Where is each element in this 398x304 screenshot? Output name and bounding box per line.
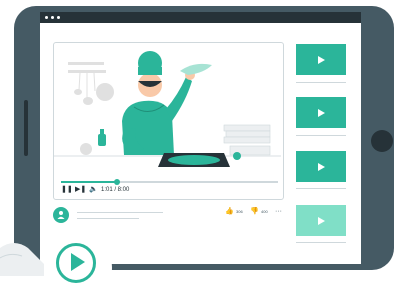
thumbs-down-icon[interactable]: 👎 [250,208,259,216]
playlist-thumbnail[interactable] [296,151,346,182]
play-icon [317,55,325,64]
skip-forward-icon[interactable]: ▶❚ [75,186,86,194]
playlist-title-placeholder [296,135,346,136]
play-icon [317,216,325,225]
playlist-title-placeholder [296,82,346,83]
window-titlebar [40,12,361,23]
playlist-thumbnail[interactable] [296,205,346,236]
window-dot [57,16,60,19]
window-dot [45,16,48,19]
channel-subtitle-placeholder [77,218,139,219]
chef-video-illustration [54,51,281,167]
playlist-thumbnail[interactable] [296,44,346,75]
dislike-count: 400 [261,209,268,214]
progress-fill [61,181,118,183]
thumbs-up-icon[interactable]: 👍 [225,208,234,216]
window-dot [51,16,54,19]
playlist-title-placeholder [296,188,346,189]
play-icon [317,162,325,171]
more-options-icon[interactable]: ··· [275,208,282,216]
video-time: 1:01 / 8:00 [101,187,130,193]
volume-icon[interactable]: 🔈 [89,186,98,194]
tablet-side-button [24,100,28,156]
channel-name-placeholder [77,212,163,213]
pause-icon[interactable]: ❚❚ [61,186,73,194]
playlist-thumbnail[interactable] [296,97,346,128]
tablet-home-button [371,130,393,152]
play-icon [317,108,325,117]
play-icon [71,253,85,271]
like-count: 306 [236,209,243,214]
playlist-title-placeholder [296,242,346,243]
hand-illustration [0,243,44,276]
user-icon [57,211,65,219]
